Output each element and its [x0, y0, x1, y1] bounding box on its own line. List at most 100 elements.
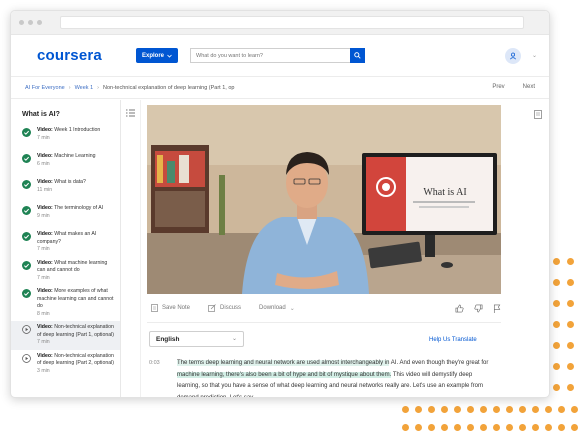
orange-dot — [532, 424, 539, 431]
sidebar-item[interactable]: Video: Non-technical explanation of deep… — [11, 321, 120, 350]
discuss-label: Discuss — [220, 305, 242, 311]
edit-icon — [208, 304, 216, 312]
sidebar-item[interactable]: Video: What is data? 11 min — [11, 176, 120, 202]
check-circle-icon — [22, 154, 31, 163]
explore-button[interactable]: Explore — [135, 48, 178, 63]
orange-dot — [402, 424, 409, 431]
transcript-text: The terms deep learning and neural netwo… — [149, 358, 489, 397]
sidebar-item[interactable]: Video: Machine Learning 6 min — [11, 150, 120, 176]
orange-dot — [545, 406, 552, 413]
sidebar-item-text: Video: Non-technical explanation of deep… — [37, 324, 114, 347]
orange-dot — [441, 406, 448, 413]
sidebar-item[interactable]: Video: What makes an AI company? 7 min — [11, 228, 120, 257]
chevron-down-icon[interactable]: ⌄ — [532, 52, 537, 59]
orange-dot — [467, 406, 474, 413]
orange-dot — [480, 424, 487, 431]
item-duration: 11 min — [37, 186, 53, 193]
breadcrumb-week[interactable]: Week 1 — [75, 85, 94, 91]
item-title: Machine Learning — [54, 153, 96, 159]
item-duration: 9 min — [37, 212, 50, 219]
window-dot — [19, 20, 24, 25]
sidebar-item-text: Video: More examples of what machine lea… — [37, 288, 114, 318]
check-circle-icon — [22, 180, 31, 189]
discuss-button[interactable]: Discuss — [208, 304, 241, 312]
note-icon — [151, 304, 158, 312]
video-toolbar: Save Note Discuss Download ⌄ — [151, 299, 501, 317]
orange-dot — [553, 300, 560, 307]
orange-dot — [415, 406, 422, 413]
list-icon[interactable] — [126, 109, 135, 117]
orange-dot — [567, 300, 574, 307]
sidebar-item[interactable]: Video: Non-technical explanation of deep… — [11, 350, 120, 379]
orange-dot — [558, 424, 565, 431]
breadcrumb-current: Non-technical explanation of deep learni… — [102, 84, 235, 91]
sidebar-item[interactable]: Video: Week 1 Introduction 7 min — [11, 124, 120, 150]
orange-dot — [506, 424, 513, 431]
divider — [147, 322, 501, 323]
notes-icon[interactable] — [534, 110, 542, 119]
orange-dot — [454, 424, 461, 431]
chevron-down-icon: ⌄ — [231, 336, 237, 342]
prev-link[interactable]: Prev — [492, 84, 504, 90]
item-duration: 8 min — [37, 310, 50, 317]
sidebar-item[interactable]: Video: More examples of what machine lea… — [11, 285, 120, 321]
window-dot — [28, 20, 33, 25]
sidebar-item[interactable]: Video: What machine learning can and can… — [11, 257, 120, 286]
sidebar-item[interactable]: Video: The terminology of AI 9 min — [11, 202, 120, 228]
transcript-highlight[interactable]: The terms deep learning and neural netwo… — [177, 360, 390, 366]
video-player[interactable]: What is AI — [147, 105, 501, 294]
main-panel: What is AI Save Note Discuss Download ⌄ … — [141, 100, 549, 397]
search-button[interactable] — [350, 48, 365, 63]
orange-dot — [402, 406, 409, 413]
orange-dot — [454, 406, 461, 413]
orange-dot — [571, 406, 578, 413]
flag-icon[interactable] — [493, 304, 501, 313]
feedback-actions — [455, 304, 501, 313]
orange-dot — [567, 363, 574, 370]
help-translate-link[interactable]: Help Us Translate — [429, 337, 477, 343]
orange-dot — [428, 424, 435, 431]
sidebar-item-text: Video: What machine learning can and can… — [37, 260, 114, 283]
save-note-label: Save Note — [162, 305, 191, 311]
thumbs-up-icon[interactable] — [455, 304, 464, 313]
browser-bar — [11, 11, 549, 35]
breadcrumb-course[interactable]: AI For Everyone — [25, 85, 65, 91]
sidebar-toggle-rail — [121, 100, 141, 397]
item-duration: 7 min — [37, 134, 50, 141]
language-select[interactable]: English ⌄ — [149, 331, 244, 347]
next-link[interactable]: Next — [523, 84, 535, 90]
sidebar-item-text: Video: Machine Learning 6 min — [37, 153, 95, 173]
orange-dot — [558, 406, 565, 413]
check-circle-icon — [22, 128, 31, 137]
orange-dot — [480, 406, 487, 413]
video-frame: What is AI — [147, 105, 501, 294]
orange-dot — [567, 279, 574, 286]
slide-title: What is AI — [423, 187, 466, 198]
sidebar-item-text: Video: What makes an AI company? 7 min — [37, 231, 114, 254]
orange-dot — [467, 424, 474, 431]
avatar[interactable] — [505, 48, 521, 64]
check-circle-icon — [22, 232, 31, 241]
thumbs-down-icon[interactable] — [474, 304, 483, 313]
transcript-timestamp[interactable]: 0:03 — [149, 358, 160, 370]
orange-dot — [567, 258, 574, 265]
item-title: What is data? — [54, 179, 86, 185]
orange-dot — [519, 424, 526, 431]
url-bar[interactable] — [60, 16, 524, 29]
transcript-segment[interactable]: AI. And even though they're great for — [389, 360, 489, 366]
search-input[interactable] — [190, 48, 350, 63]
download-dropdown[interactable]: Download ⌄ — [259, 305, 295, 312]
sidebar-item-text: Video: The terminology of AI 9 min — [37, 205, 103, 225]
orange-dot — [493, 424, 500, 431]
prev-next-nav: Prev Next — [492, 84, 535, 90]
transcript-highlight[interactable]: machine learning, there's also been a bi… — [177, 371, 392, 378]
lesson-sidebar: What is AI? Video: Week 1 Introduction 7 … — [11, 100, 121, 397]
chevron-down-icon — [167, 54, 172, 58]
item-duration: 7 min — [37, 274, 50, 281]
orange-dot — [553, 384, 560, 391]
lesson-content: What is AI? Video: Week 1 Introduction 7 … — [11, 100, 549, 397]
orange-dot — [553, 321, 560, 328]
item-type: Video: — [37, 127, 53, 133]
coursera-logo[interactable]: coursera — [37, 47, 102, 64]
save-note-button[interactable]: Save Note — [151, 304, 190, 312]
